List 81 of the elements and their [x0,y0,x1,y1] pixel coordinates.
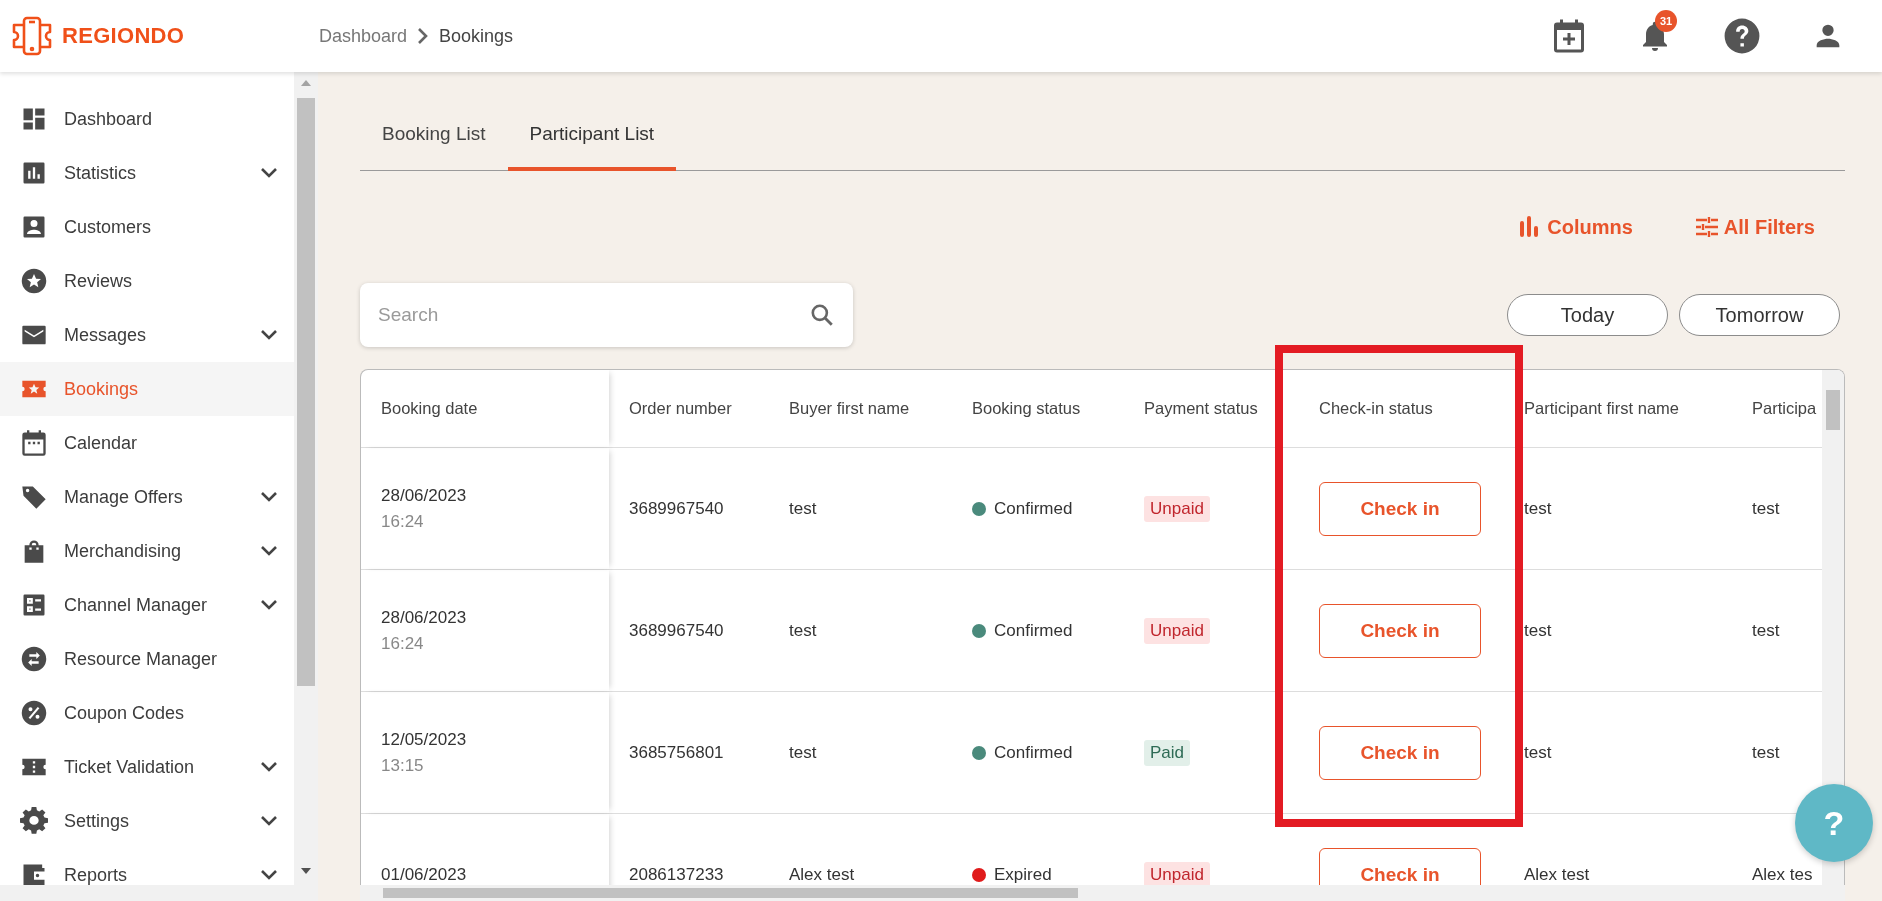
tab[interactable]: Booking List [360,100,508,171]
scrollbar-track[interactable] [294,72,318,901]
table-cell-text: Alex test [788,863,856,885]
booking-date: 28/06/2023 [381,485,467,506]
table-cell-text: test [788,619,818,642]
sidebar-item[interactable]: Manage Offers [0,470,294,524]
check-in-button[interactable]: Check in [1319,603,1481,658]
search-icon [809,302,835,328]
column-header[interactable]: Buyer first name [769,370,952,447]
sidebar-item[interactable]: Reports [0,848,294,901]
sidebar-item[interactable]: Reviews [0,254,294,308]
sidebar-item[interactable]: Coupon Codes [0,686,294,740]
booking-time: 16:24 [381,633,424,654]
scroll-down-arrow[interactable] [301,868,311,874]
notifications-button[interactable]: 31 [1637,10,1681,54]
sliders-icon [1694,215,1719,239]
date-filter-button[interactable]: Tomorrow [1679,294,1840,336]
table-cell-text: test [788,741,818,764]
table-cell-text: 3689967540 [628,497,725,520]
column-header[interactable]: Booking status [952,370,1124,447]
booking-status: Confirmed [994,620,1073,641]
table-cell-text: test [1523,741,1553,764]
column-header[interactable]: Participa [1732,370,1822,447]
horizontal-scrollbar[interactable] [360,885,1845,901]
table-cell-text: test [1751,741,1781,764]
sidebar-item[interactable]: Statistics [0,146,294,200]
calendar-add-icon[interactable] [1551,18,1587,54]
table-cell-text: test [1751,497,1781,520]
check-in-button[interactable]: Check in [1319,847,1481,885]
table-cell-text: 3685756801 [628,741,725,764]
breadcrumb-item[interactable]: Dashboard [319,25,408,47]
horizontal-scrollbar[interactable] [0,885,294,901]
logo-text[interactable]: REGIONDO [62,23,185,49]
help-icon[interactable] [1723,17,1761,55]
logo-icon[interactable] [10,16,54,56]
sidebar-item[interactable]: Calendar [0,416,294,470]
sidebar-item[interactable]: Customers [0,200,294,254]
payment-status: Unpaid [1144,495,1210,522]
column-header[interactable]: Payment status [1124,370,1299,447]
notification-badge: 31 [1655,10,1677,32]
column-header[interactable]: Participant first name [1504,370,1732,447]
sidebar-item[interactable]: Settings [0,794,294,848]
column-header[interactable]: Check-in status [1299,370,1504,447]
scrollbar-thumb[interactable] [383,888,1078,898]
table-cell-text: test [1523,619,1553,642]
table-cell-text: Alex tes [1751,863,1814,885]
table-cell-text: test [1523,497,1553,520]
booking-status: Expired [994,864,1052,885]
date-filter-button[interactable]: Today [1507,294,1668,336]
sidebar-item[interactable]: Resource Manager [0,632,294,686]
column-header[interactable]: Booking date [361,370,609,447]
payment-status: Paid [1144,739,1191,766]
tab[interactable]: Participant List [507,100,677,171]
payment-status: Unpaid [1144,861,1210,885]
scroll-up-arrow[interactable] [301,80,311,86]
booking-time: 16:24 [381,511,424,532]
payment-status: Unpaid [1144,617,1210,644]
search-field[interactable]: Search [360,283,853,347]
table-cell-text: test [788,497,818,520]
check-in-button[interactable]: Check in [1319,725,1481,780]
table-cell-text: 3689967540 [628,619,725,642]
table-cell-text: test [1751,619,1781,642]
booking-status: Confirmed [994,498,1073,519]
table-cell-text: Alex test [1523,863,1591,885]
scrollbar-thumb[interactable] [1826,390,1840,430]
booking-date: 01/06/2023 [381,864,467,885]
sidebar-item[interactable]: Channel Manager [0,578,294,632]
booking-time: 13:15 [381,755,424,776]
table-cell-text: 2086137233 [628,863,725,885]
breadcrumb-item: Bookings [439,25,514,47]
sidebar-item[interactable]: Messages [0,308,294,362]
chevron-right-icon [417,27,430,45]
booking-date: 28/06/2023 [381,607,467,628]
sidebar-item[interactable]: Merchandising [0,524,294,578]
sidebar-item[interactable]: Ticket Validation [0,740,294,794]
sidebar-item[interactable]: Dashboard [0,92,294,146]
check-in-button[interactable]: Check in [1319,481,1481,536]
booking-status: Confirmed [994,742,1073,763]
booking-date: 12/05/2023 [381,729,467,750]
scrollbar-thumb[interactable] [297,98,315,686]
column-header[interactable]: Order number [609,370,769,447]
